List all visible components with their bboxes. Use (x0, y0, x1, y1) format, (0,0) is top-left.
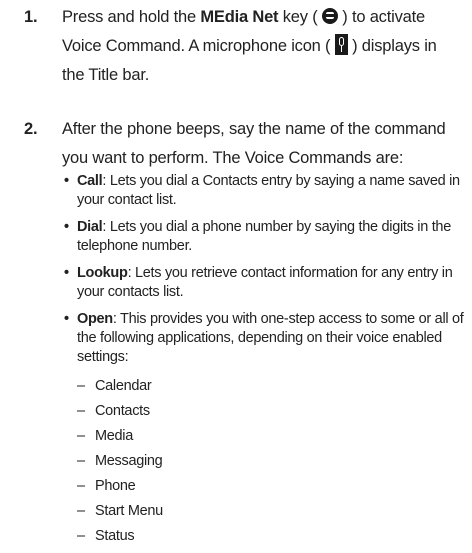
media-net-key-name: MEdia Net (200, 8, 279, 26)
command-item-call: Call: Lets you dial a Contacts entry by … (64, 172, 464, 210)
command-name: Dial (77, 219, 103, 235)
application-list: Calendar Contacts Media Messaging Phone … (77, 374, 464, 549)
application-item: Contacts (77, 399, 464, 424)
media-net-key-icon (321, 8, 338, 24)
command-description: : Lets you retrieve contact information … (77, 265, 453, 300)
command-name: Lookup (77, 265, 128, 281)
application-item: Calendar (77, 374, 464, 399)
voice-command-list: Call: Lets you dial a Contacts entry by … (64, 172, 464, 549)
step-1-text: Press and hold the MEdia Net key ( ) to … (62, 3, 456, 90)
step-number: 2. (24, 120, 38, 138)
command-item-open: Open: This provides you with one-step ac… (64, 310, 464, 549)
step-1-text-part: Press and hold the (62, 8, 201, 26)
application-item: Messaging (77, 449, 464, 474)
step-1-text-part: key ( (278, 8, 322, 26)
command-item-lookup: Lookup: Lets you retrieve contact inform… (64, 264, 464, 302)
command-description: : This provides you with one-step access… (77, 311, 464, 365)
application-item: Status (77, 524, 464, 549)
command-item-dial: Dial: Lets you dial a phone number by sa… (64, 218, 464, 256)
command-description: : Lets you dial a phone number by saying… (77, 219, 451, 254)
command-description: : Lets you dial a Contacts entry by sayi… (77, 173, 460, 208)
step-2-text: After the phone beeps, say the name of t… (62, 120, 446, 167)
application-item: Phone (77, 474, 464, 499)
command-name: Open (77, 311, 113, 327)
step-2: 2. After the phone beeps, say the name o… (24, 115, 456, 173)
step-1: 1. Press and hold the MEdia Net key ( ) … (24, 3, 456, 90)
application-item: Start Menu (77, 499, 464, 524)
command-name: Call (77, 173, 103, 189)
step-number: 1. (24, 8, 38, 26)
application-item: Media (77, 424, 464, 449)
microphone-icon (334, 34, 348, 55)
